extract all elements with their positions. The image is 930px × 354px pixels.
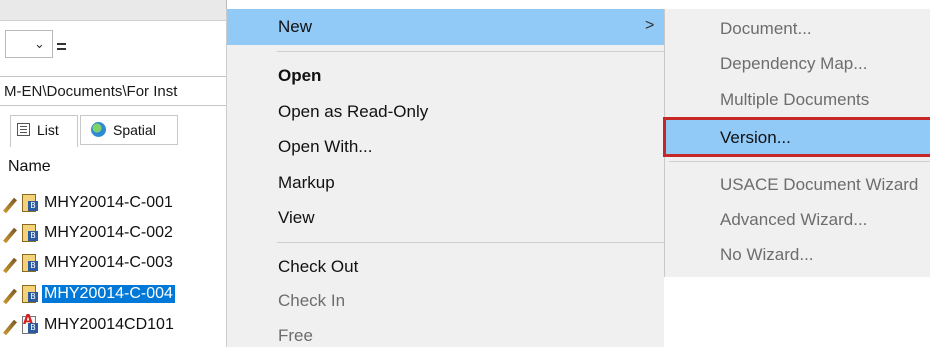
file-name: MHY20014-C-001	[44, 194, 173, 211]
submenu-item-label: Advanced Wizard...	[720, 210, 868, 229]
tab-spatial-label: Spatial	[113, 122, 156, 138]
pencil-icon	[3, 227, 17, 244]
submenu-item-document[interactable]: Document...	[665, 11, 930, 47]
list-view-icon	[17, 123, 30, 136]
menu-item-view[interactable]: View	[227, 200, 665, 236]
menu-item-label: Markup	[278, 173, 335, 192]
menu-item-label: Open With...	[278, 137, 373, 156]
menu-item-open-with[interactable]: Open With...	[227, 129, 665, 165]
submenu-item-multiple-documents[interactable]: Multiple Documents	[665, 82, 930, 118]
tab-list[interactable]: List	[10, 115, 78, 147]
file-name: MHY20014CD101	[44, 316, 174, 333]
submenu-item-label: No Wizard...	[720, 245, 814, 264]
menu-item-markup[interactable]: Markup	[227, 165, 665, 201]
file-row[interactable]: AB MHY20014CD101	[0, 313, 226, 339]
annotation-highlight-box	[663, 117, 930, 157]
menu-separator	[277, 242, 665, 243]
menu-item-open-read-only[interactable]: Open as Read-Only	[227, 94, 665, 130]
pencil-icon	[3, 319, 17, 336]
menu-separator	[277, 51, 665, 52]
file-name: MHY20014-C-003	[44, 254, 173, 271]
submenu-item-label: Document...	[720, 19, 812, 38]
chevron-down-icon: ⌄	[34, 36, 45, 51]
menu-item-label: View	[278, 208, 315, 227]
menu-item-label: Check Out	[278, 257, 359, 276]
folder-path-field[interactable]: M-EN\Documents\For Inst	[0, 76, 226, 106]
menu-item-label: Open	[278, 66, 322, 85]
chevron-right-icon: >	[645, 17, 655, 34]
menu-item-open[interactable]: Open	[227, 58, 665, 94]
menu-separator	[669, 161, 930, 162]
submenu-item-usace-wizard[interactable]: USACE Document Wizard	[665, 167, 930, 203]
pencil-icon	[3, 257, 17, 274]
pdf-icon: AB	[22, 313, 39, 335]
submenu-item-label: Multiple Documents	[720, 90, 870, 109]
submenu-item-label: USACE Document Wizard	[720, 175, 919, 194]
submenu-item-label: Dependency Map...	[720, 54, 868, 73]
tab-list-label: List	[37, 122, 59, 138]
document-icon: B	[22, 224, 39, 243]
submenu-item-dependency-map[interactable]: Dependency Map...	[665, 46, 930, 82]
file-row[interactable]: B MHY20014-C-001	[0, 191, 226, 217]
view-tabs: List Spatial	[0, 115, 226, 147]
explorer-pane: ⌄ M-EN\Documents\For Inst List Spatial N…	[0, 0, 226, 347]
menu-item-free[interactable]: Free	[227, 318, 665, 354]
file-name: MHY20014-C-004	[41, 284, 176, 304]
document-icon: B	[22, 285, 39, 304]
document-icon: B	[22, 254, 39, 273]
file-row-selected[interactable]: B MHY20014-C-004	[0, 282, 226, 308]
globe-icon	[91, 122, 106, 137]
file-row[interactable]: B MHY20014-C-002	[0, 221, 226, 247]
document-icon: B	[22, 194, 39, 213]
submenu-item-no-wizard[interactable]: No Wizard...	[665, 237, 930, 273]
menu-item-label: New	[278, 17, 313, 36]
pencil-icon	[3, 288, 17, 305]
context-menu: New > Open Open as Read-Only Open With..…	[226, 9, 665, 347]
pencil-icon	[3, 197, 17, 214]
file-name: MHY20014-C-002	[44, 224, 173, 241]
menu-item-label: Open as Read-Only	[278, 102, 429, 121]
menu-item-check-in[interactable]: Check In	[227, 283, 665, 319]
column-header-name[interactable]: Name	[8, 158, 51, 176]
file-row[interactable]: B MHY20014-C-003	[0, 251, 226, 277]
menu-item-new[interactable]: New >	[227, 9, 665, 45]
background-area	[664, 277, 930, 347]
view-dropdown[interactable]: ⌄	[5, 30, 53, 58]
menu-item-check-out[interactable]: Check Out	[227, 249, 665, 285]
menu-item-label: Check In	[278, 291, 346, 310]
submenu-item-advanced-wizard[interactable]: Advanced Wizard...	[665, 202, 930, 238]
dropdown-options-icon[interactable]	[54, 30, 68, 58]
toolbar-strip	[0, 0, 226, 21]
tab-spatial[interactable]: Spatial	[80, 115, 178, 145]
folder-path-text: M-EN\Documents\For Inst	[4, 83, 178, 100]
menu-item-label: Free	[278, 326, 313, 345]
